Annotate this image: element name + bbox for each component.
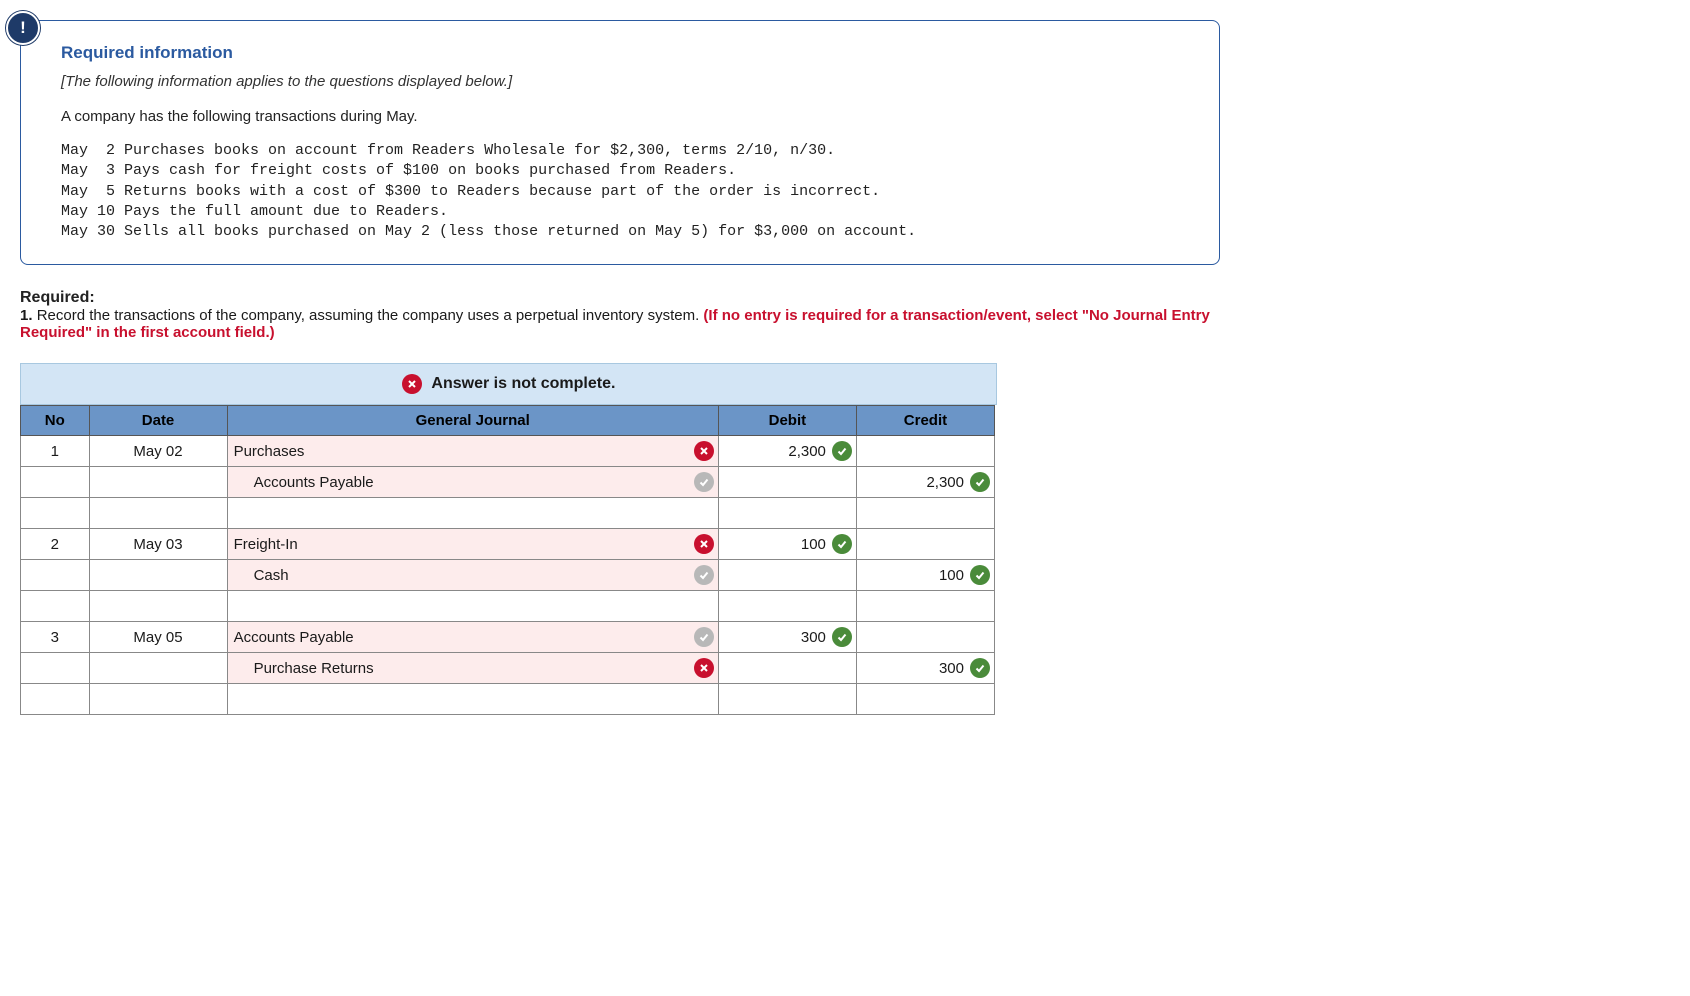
- table-row: [21, 591, 995, 622]
- cell-debit: [718, 591, 856, 622]
- cell-debit: [718, 560, 856, 591]
- cell-date: [89, 653, 227, 684]
- cell-account[interactable]: Purchase Returns: [227, 653, 718, 684]
- cell-credit: [856, 436, 994, 467]
- cell-date: [89, 560, 227, 591]
- required-number: 1.: [20, 307, 37, 324]
- table-row: 2May 03Freight-In100: [21, 529, 995, 560]
- cell-no: [21, 560, 90, 591]
- status-text: Answer is not complete.: [431, 375, 615, 392]
- check-circle-icon: [694, 565, 714, 585]
- info-subtitle: [The following information applies to th…: [61, 73, 1191, 90]
- table-row: [21, 684, 995, 715]
- cell-date: [89, 591, 227, 622]
- cell-account[interactable]: Purchases: [227, 436, 718, 467]
- cell-no: [21, 653, 90, 684]
- cell-credit: [856, 529, 994, 560]
- cell-account: [227, 498, 718, 529]
- cell-credit: [856, 684, 994, 715]
- cell-no: 2: [21, 529, 90, 560]
- cell-credit[interactable]: 100: [856, 560, 994, 591]
- table-row: Accounts Payable 2,300: [21, 467, 995, 498]
- cell-no: 3: [21, 622, 90, 653]
- cell-no: [21, 591, 90, 622]
- check-circle-icon: [970, 658, 990, 678]
- cell-debit: [718, 498, 856, 529]
- table-row: 1May 02Purchases2,300: [21, 436, 995, 467]
- required-information-box: ! Required information [The following in…: [20, 20, 1220, 265]
- x-circle-icon: [402, 374, 422, 394]
- table-row: Purchase Returns 300: [21, 653, 995, 684]
- col-debit: Debit: [718, 406, 856, 436]
- journal-table: No Date General Journal Debit Credit 1Ma…: [20, 405, 995, 715]
- cell-date: [89, 498, 227, 529]
- col-credit: Credit: [856, 406, 994, 436]
- check-circle-icon: [970, 565, 990, 585]
- col-no: No: [21, 406, 90, 436]
- required-label: Required:: [20, 289, 1220, 307]
- cell-credit[interactable]: 2,300: [856, 467, 994, 498]
- check-circle-icon: [694, 472, 714, 492]
- cell-debit[interactable]: 300: [718, 622, 856, 653]
- cell-debit: [718, 684, 856, 715]
- cell-account[interactable]: Accounts Payable: [227, 467, 718, 498]
- cell-date: May 03: [89, 529, 227, 560]
- status-bar: Answer is not complete.: [20, 363, 997, 405]
- cell-no: 1: [21, 436, 90, 467]
- check-circle-icon: [832, 534, 852, 554]
- required-block: Required: 1. Record the transactions of …: [20, 289, 1220, 341]
- x-circle-icon: [694, 658, 714, 678]
- table-row: 3May 05Accounts Payable300: [21, 622, 995, 653]
- check-circle-icon: [970, 472, 990, 492]
- cell-no: [21, 684, 90, 715]
- x-circle-icon: [694, 441, 714, 461]
- check-circle-icon: [832, 627, 852, 647]
- cell-account[interactable]: Cash: [227, 560, 718, 591]
- info-badge-icon: !: [6, 11, 40, 45]
- info-intro: A company has the following transactions…: [61, 108, 1191, 125]
- cell-credit: [856, 591, 994, 622]
- cell-account[interactable]: Accounts Payable: [227, 622, 718, 653]
- x-circle-icon: [694, 534, 714, 554]
- table-row: Cash 100: [21, 560, 995, 591]
- cell-no: [21, 467, 90, 498]
- cell-date: [89, 467, 227, 498]
- info-header: Required information: [61, 43, 1191, 63]
- cell-date: May 02: [89, 436, 227, 467]
- required-instruction: 1. Record the transactions of the compan…: [20, 307, 1220, 341]
- cell-date: [89, 684, 227, 715]
- table-row: [21, 498, 995, 529]
- cell-account: [227, 684, 718, 715]
- check-circle-icon: [832, 441, 852, 461]
- cell-date: May 05: [89, 622, 227, 653]
- cell-debit[interactable]: 2,300: [718, 436, 856, 467]
- col-date: Date: [89, 406, 227, 436]
- transactions-text: May 2 Purchases books on account from Re…: [61, 141, 1191, 242]
- cell-account[interactable]: Freight-In: [227, 529, 718, 560]
- cell-no: [21, 498, 90, 529]
- cell-debit: [718, 467, 856, 498]
- cell-account: [227, 591, 718, 622]
- check-circle-icon: [694, 627, 714, 647]
- cell-credit[interactable]: 300: [856, 653, 994, 684]
- cell-debit: [718, 653, 856, 684]
- cell-credit: [856, 498, 994, 529]
- cell-debit[interactable]: 100: [718, 529, 856, 560]
- required-main-text: Record the transactions of the company, …: [37, 307, 704, 324]
- cell-credit: [856, 622, 994, 653]
- col-general-journal: General Journal: [227, 406, 718, 436]
